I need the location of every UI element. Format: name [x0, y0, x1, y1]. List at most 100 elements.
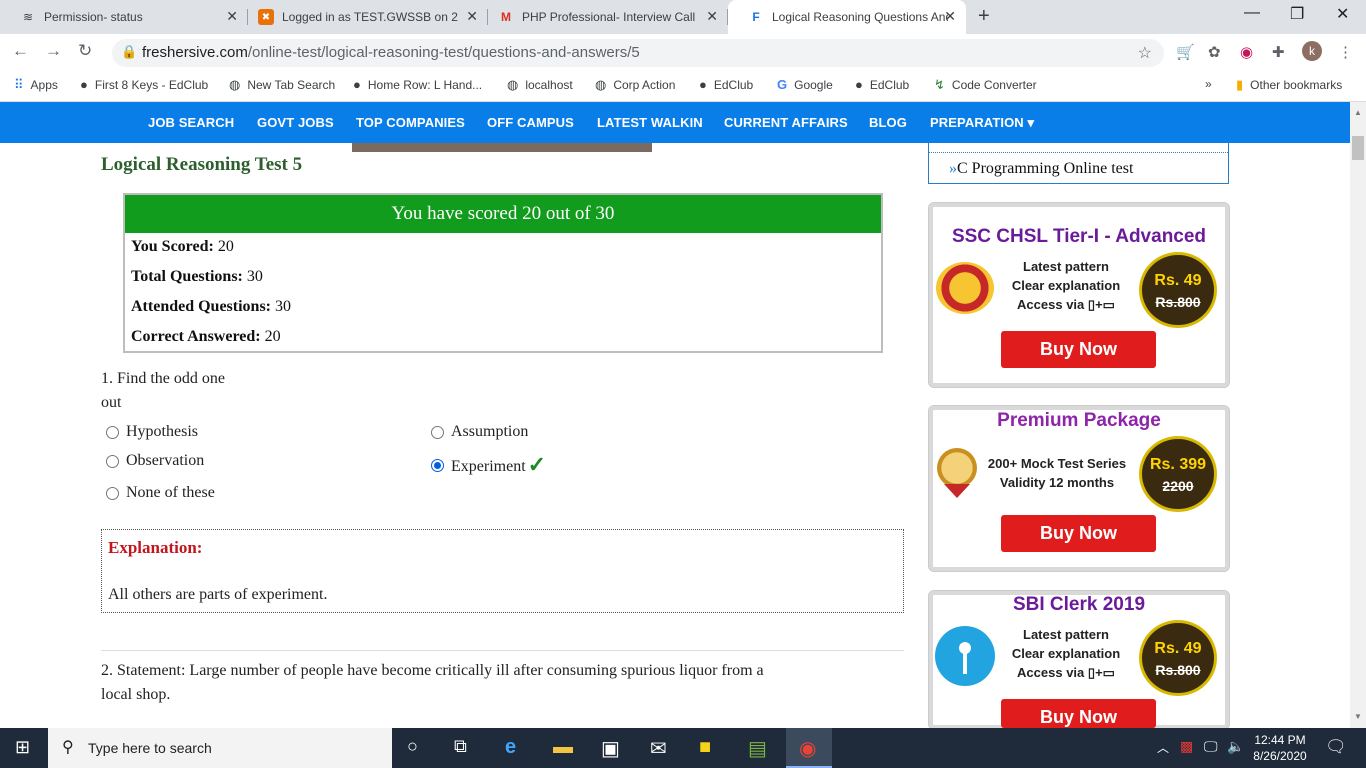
- puzzle-icon[interactable]: ✚: [1272, 43, 1285, 61]
- notification-icon[interactable]: 🗨: [1325, 737, 1347, 757]
- price-current: Rs. 49: [1154, 272, 1202, 289]
- google-icon: G: [777, 77, 788, 92]
- score-value: 20: [217, 238, 234, 255]
- bookmark-edclub-2[interactable]: ● EdClub: [699, 77, 753, 92]
- bookmarks-overflow[interactable]: »: [1205, 77, 1212, 91]
- bookmark-edclub-1[interactable]: ● First 8 Keys - EdClub: [80, 77, 208, 92]
- taskbar-search[interactable]: ⚲ Type here to search: [48, 728, 392, 768]
- score-value: 30: [246, 268, 263, 285]
- reload-icon[interactable]: ↻: [78, 41, 92, 61]
- windows-start-icon[interactable]: ⊞: [15, 737, 30, 758]
- tab-permission-status[interactable]: ≋ Permission- status ✕: [0, 0, 248, 34]
- scrollbar-thumb[interactable]: [1352, 136, 1364, 160]
- minimize-icon[interactable]: —: [1244, 4, 1260, 22]
- task-view-icon[interactable]: ⧉: [454, 736, 467, 757]
- banner-image: [352, 143, 652, 152]
- nav-top-companies[interactable]: TOP COMPANIES: [356, 115, 465, 130]
- radio-button[interactable]: [106, 454, 119, 468]
- buy-now-button[interactable]: Buy Now: [1001, 699, 1156, 728]
- close-icon[interactable]: ✕: [706, 8, 718, 25]
- chrome-taskbar-button[interactable]: ◉: [786, 728, 832, 768]
- back-icon[interactable]: ←: [12, 41, 29, 61]
- page-scrollbar[interactable]: ▲ ▼: [1350, 102, 1366, 728]
- option-observation[interactable]: Observation: [106, 452, 204, 470]
- card-title: SSC CHSL Tier-I - Advanced: [951, 226, 1207, 247]
- tray-app-icon[interactable]: ▩: [1180, 738, 1193, 755]
- color-extension-icon[interactable]: ◉: [1240, 43, 1253, 61]
- nav-current-affairs[interactable]: CURRENT AFFAIRS: [724, 115, 848, 130]
- option-label: Hypothesis: [126, 423, 198, 440]
- network-icon[interactable]: 🖵: [1204, 738, 1218, 755]
- feature-text: 200+ Mock Test Series: [987, 456, 1127, 471]
- bullet-icon: »: [949, 160, 957, 177]
- buy-now-button[interactable]: Buy Now: [1001, 331, 1156, 368]
- edge-icon[interactable]: e: [505, 736, 516, 759]
- site-navigation: JOB SEARCH GOVT JOBS TOP COMPANIES OFF C…: [0, 102, 1350, 143]
- bookmark-home-row[interactable]: ● Home Row: L Hand...: [353, 77, 482, 92]
- search-icon: ⚲: [62, 739, 74, 756]
- tab-logged-in[interactable]: ✖ Logged in as TEST.GWSSB on 26- ✕: [238, 0, 488, 34]
- mail-icon[interactable]: ✉: [650, 736, 667, 761]
- nav-off-campus[interactable]: OFF CAMPUS: [487, 115, 574, 130]
- edclub-icon: ●: [353, 77, 361, 92]
- bookmark-localhost[interactable]: ◍ localhost: [507, 77, 573, 93]
- list-divider: [929, 152, 1228, 153]
- sticky-notes-icon[interactable]: ■: [699, 736, 711, 759]
- bookmark-apps[interactable]: ⠿ Apps: [14, 77, 58, 93]
- bookmark-label: Other bookmarks: [1250, 78, 1343, 92]
- radio-button[interactable]: [106, 425, 119, 439]
- url-text[interactable]: freshersive.com/online-test/logical-reas…: [142, 44, 640, 61]
- option-label: Assumption: [451, 423, 529, 440]
- score-row-total: Total Questions: 30: [131, 268, 263, 286]
- score-label: You Scored:: [131, 238, 214, 255]
- globe-icon: ◍: [507, 77, 519, 92]
- volume-icon[interactable]: 🔈: [1227, 738, 1244, 755]
- tab-php-professional[interactable]: M PHP Professional- Interview Call L ✕: [478, 0, 728, 34]
- other-bookmarks[interactable]: ▮ Other bookmarks: [1236, 77, 1342, 93]
- close-icon[interactable]: ✕: [466, 8, 478, 25]
- address-bar[interactable]: 🔒 freshersive.com/online-test/logical-re…: [112, 39, 1164, 67]
- nav-preparation[interactable]: PREPARATION ▾: [930, 115, 1034, 131]
- bookmark-new-tab-search[interactable]: ◍ New Tab Search: [229, 77, 335, 93]
- extension-icon[interactable]: ✿: [1208, 43, 1221, 61]
- spreadsheet-icon[interactable]: ▤: [748, 736, 767, 761]
- tray-arrow-icon[interactable]: ︿: [1157, 739, 1169, 756]
- option-experiment[interactable]: Experiment ✓: [431, 452, 546, 478]
- scroll-up-icon[interactable]: ▲: [1354, 108, 1362, 117]
- bookmark-edclub-3[interactable]: ● EdClub: [855, 77, 909, 92]
- cart-extension-icon[interactable]: 🛒: [1176, 43, 1195, 61]
- sidebar-test-list: »C Programming Online test: [928, 143, 1229, 184]
- bookmark-corp-action[interactable]: ◍ Corp Action: [595, 77, 675, 93]
- close-icon[interactable]: ✕: [226, 8, 238, 25]
- option-assumption[interactable]: Assumption: [431, 423, 528, 441]
- forward-icon[interactable]: →: [45, 41, 62, 61]
- option-hypothesis[interactable]: Hypothesis: [106, 423, 198, 441]
- nav-job-search[interactable]: JOB SEARCH: [148, 115, 234, 130]
- radio-button-selected[interactable]: [431, 458, 444, 472]
- sidebar-item-c-programming[interactable]: »C Programming Online test: [949, 160, 1133, 178]
- new-tab-icon[interactable]: +: [978, 5, 990, 28]
- nav-govt-jobs[interactable]: GOVT JOBS: [257, 115, 334, 130]
- option-none-of-these[interactable]: None of these: [106, 484, 215, 502]
- window-close-icon[interactable]: ✕: [1336, 4, 1349, 24]
- tab-logical-reasoning[interactable]: F Logical Reasoning Questions And ✕: [728, 0, 966, 34]
- restore-icon[interactable]: ❐: [1290, 4, 1304, 24]
- cortana-icon[interactable]: ○: [407, 736, 418, 757]
- menu-icon[interactable]: ⋮: [1338, 43, 1353, 61]
- radio-button[interactable]: [431, 425, 444, 439]
- scroll-down-icon[interactable]: ▼: [1354, 712, 1362, 721]
- store-icon[interactable]: ▣: [601, 736, 620, 761]
- radio-button[interactable]: [106, 486, 119, 500]
- bookmark-google[interactable]: G Google: [777, 77, 833, 92]
- buy-now-button[interactable]: Buy Now: [1001, 515, 1156, 552]
- nav-blog[interactable]: BLOG: [869, 115, 907, 130]
- question-2-line-1: 2. Statement: Large number of people hav…: [101, 662, 764, 679]
- profile-avatar[interactable]: k: [1302, 41, 1322, 61]
- file-explorer-icon[interactable]: ▬: [553, 736, 573, 759]
- close-icon[interactable]: ✕: [944, 8, 956, 25]
- star-icon[interactable]: ☆: [1138, 43, 1152, 63]
- nav-latest-walkin[interactable]: LATEST WALKIN: [597, 115, 703, 130]
- clock[interactable]: 12:44 PM 8/26/2020: [1250, 732, 1310, 764]
- feature-access: Access via ▯+▭: [1017, 297, 1115, 312]
- bookmark-code-converter[interactable]: ↯ Code Converter: [934, 77, 1037, 93]
